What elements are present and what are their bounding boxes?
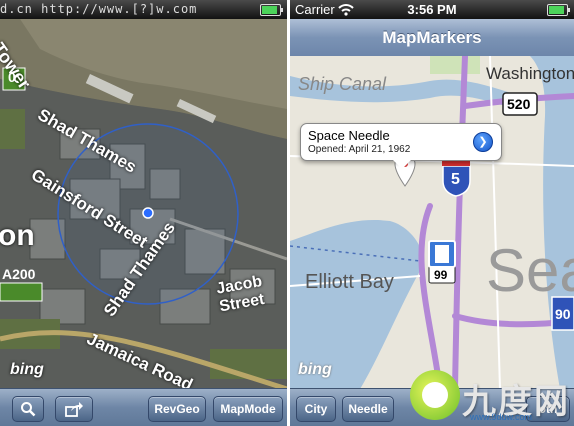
callout-pointer <box>393 160 411 169</box>
map-label: Ship Canal <box>298 74 387 94</box>
watermark-text: d.cn http://www.[?]w.com <box>0 2 198 16</box>
bing-logo: bing <box>298 361 332 378</box>
map-label: Washington <box>486 64 574 83</box>
area-label: on <box>0 219 35 252</box>
right-phone: Carrier 3:56 PM MapMarkers Ship Canal Wa… <box>290 0 574 426</box>
share-icon <box>65 402 83 417</box>
watermark-logo: 九度网 www.9duw.com <box>404 364 574 426</box>
leaf-logo-icon <box>410 370 460 420</box>
battery-icon <box>260 4 283 16</box>
road-shield: 5 <box>451 171 460 188</box>
callout-subtitle: Opened: April 21, 1962 <box>308 144 411 155</box>
road-shield: 520 <box>507 96 531 112</box>
street-map[interactable]: Ship Canal Washington Elliott Bay Sea 52… <box>290 56 574 389</box>
road-shield: 99 <box>434 268 448 282</box>
road-shield: 90 <box>555 306 571 322</box>
navigation-bar: MapMarkers <box>290 19 574 57</box>
road-shield: A200 <box>2 266 36 282</box>
battery-icon <box>547 4 570 16</box>
status-bar: d.cn http://www.[?]w.com <box>0 0 287 19</box>
search-icon <box>21 402 36 417</box>
callout-title: Space Needle <box>308 128 390 143</box>
chevron-right-icon: ❯ <box>478 136 488 148</box>
search-button[interactable] <box>12 396 44 422</box>
annotation-callout[interactable]: Space Needle Opened: April 21, 1962 ❯ <box>300 123 502 169</box>
map-label: Sea <box>486 237 574 304</box>
left-phone: d.cn http://www.[?]w.com Tower Shad Tham… <box>0 0 287 426</box>
satellite-map-image[interactable] <box>0 19 287 389</box>
mapmode-button[interactable]: MapMode <box>213 396 283 422</box>
road-shield: 0 <box>8 69 16 85</box>
status-bar: Carrier 3:56 PM <box>290 0 574 19</box>
map-label: Elliott Bay <box>305 271 394 293</box>
logo-url: www.9duw.com <box>470 412 533 422</box>
needle-button[interactable]: Needle <box>342 396 394 422</box>
nav-title: MapMarkers <box>382 28 482 47</box>
bottom-toolbar: RevGeo MapMode <box>0 388 287 426</box>
bing-logo: bing <box>10 361 44 378</box>
revgeo-button[interactable]: RevGeo <box>148 396 206 422</box>
satellite-map[interactable]: Tower Shad Thames Gainsford Street Shad … <box>0 19 287 389</box>
city-button[interactable]: City <box>296 396 336 422</box>
street-map-image[interactable] <box>290 56 574 389</box>
disclosure-button[interactable]: ❯ <box>473 132 493 152</box>
share-button[interactable] <box>55 396 93 422</box>
status-time: 3:56 PM <box>407 2 457 17</box>
